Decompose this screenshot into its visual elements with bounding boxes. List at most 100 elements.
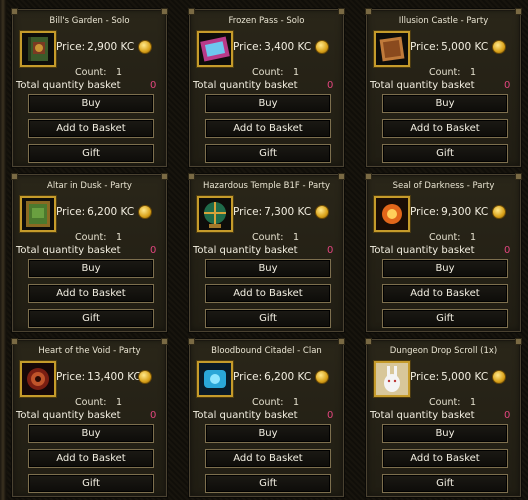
- item-title: Frozen Pass - Solo: [228, 16, 305, 26]
- count-value[interactable]: 1: [293, 67, 299, 78]
- item-title: Heart of the Void - Party: [38, 346, 141, 356]
- coin-icon: KC: [492, 370, 506, 384]
- add-to-basket-button[interactable]: Add to Basket: [382, 119, 508, 138]
- total-basket-label: Total quantity basket: [370, 410, 475, 421]
- parchment-icon[interactable]: [374, 31, 410, 67]
- shop-item-card-2: Frozen Pass - Solo Price:3,400 KC KC Cou…: [188, 8, 345, 168]
- count-value[interactable]: 1: [116, 232, 122, 243]
- gift-button[interactable]: Gift: [382, 309, 508, 328]
- count-value[interactable]: 1: [470, 67, 476, 78]
- coin-icon: KC: [138, 40, 152, 54]
- count-label: Count:: [429, 397, 461, 408]
- shop-item-card-3: Illusion Castle - Party Price:5,000 KC K…: [365, 8, 522, 168]
- count-label: Count:: [252, 232, 284, 243]
- buy-button[interactable]: Buy: [382, 259, 508, 278]
- item-title: Illusion Castle - Party: [398, 16, 489, 26]
- globe-icon[interactable]: [197, 196, 233, 232]
- price-text: Price: 5,000 KC: [410, 41, 489, 53]
- item-title: Bloodbound Citadel - Clan: [211, 346, 322, 356]
- buy-button[interactable]: Buy: [28, 94, 154, 113]
- add-to-basket-button[interactable]: Add to Basket: [382, 449, 508, 468]
- add-to-basket-button[interactable]: Add to Basket: [205, 119, 331, 138]
- coin-icon: KC: [315, 205, 329, 219]
- total-basket-value: 0: [150, 410, 157, 421]
- item-title: Altar in Dusk - Party: [47, 181, 132, 191]
- count-label: Count:: [429, 67, 461, 78]
- item-title: Seal of Darkness - Party: [392, 181, 495, 191]
- total-basket-label: Total quantity basket: [16, 245, 121, 256]
- buy-button[interactable]: Buy: [205, 259, 331, 278]
- price-value: 13,400 KC: [87, 371, 141, 383]
- gift-button[interactable]: Gift: [28, 309, 154, 328]
- total-basket-label: Total quantity basket: [193, 245, 298, 256]
- shop-item-card-6: Seal of Darkness - Party Price: 9,300 KC …: [365, 173, 522, 333]
- total-basket-value: 0: [327, 245, 334, 256]
- add-to-basket-button[interactable]: Add to Basket: [28, 119, 154, 138]
- count-value[interactable]: 1: [293, 232, 299, 243]
- rabbit-icon[interactable]: [374, 361, 410, 397]
- gift-button[interactable]: Gift: [28, 474, 154, 493]
- void-orb-icon[interactable]: [20, 361, 56, 397]
- total-basket-value: 0: [504, 80, 511, 91]
- blue-rune-icon[interactable]: [197, 361, 233, 397]
- price-text: Price: 3,400 KC: [233, 41, 312, 53]
- total-basket-value: 0: [327, 410, 334, 421]
- coin-icon: KC: [492, 205, 506, 219]
- total-basket-value: 0: [150, 245, 157, 256]
- count-value[interactable]: 1: [470, 397, 476, 408]
- count-label: Count:: [75, 397, 107, 408]
- crystal-scroll-icon[interactable]: [197, 31, 233, 67]
- total-basket-value: 0: [327, 80, 334, 91]
- price-text: Price: 6,200 KC: [56, 206, 135, 218]
- buy-button[interactable]: Buy: [28, 424, 154, 443]
- price-value: 6,200 KC: [87, 206, 135, 218]
- add-to-basket-button[interactable]: Add to Basket: [382, 284, 508, 303]
- count-label: Count:: [75, 232, 107, 243]
- total-basket-label: Total quantity basket: [370, 80, 475, 91]
- gift-button[interactable]: Gift: [382, 474, 508, 493]
- shop-item-card-7: Heart of the Void - Party Price: 13,400 K…: [11, 338, 168, 498]
- framed-map-icon[interactable]: [20, 196, 56, 232]
- add-to-basket-button[interactable]: Add to Basket: [205, 284, 331, 303]
- item-title: Dungeon Drop Scroll (1x): [389, 346, 498, 356]
- coin-icon: KC: [315, 370, 329, 384]
- add-to-basket-button[interactable]: Add to Basket: [28, 449, 154, 468]
- book-icon[interactable]: [20, 31, 56, 67]
- count-value[interactable]: 1: [470, 232, 476, 243]
- gift-button[interactable]: Gift: [205, 144, 331, 163]
- count-label: Count:: [252, 397, 284, 408]
- total-basket-value: 0: [504, 410, 511, 421]
- price-text: Price: 9,300 KC: [410, 206, 489, 218]
- coin-icon: KC: [492, 40, 506, 54]
- count-label: Count:: [252, 67, 284, 78]
- price-value: 5,000 KC: [441, 41, 489, 53]
- add-to-basket-button[interactable]: Add to Basket: [205, 449, 331, 468]
- buy-button[interactable]: Buy: [382, 424, 508, 443]
- gift-button[interactable]: Gift: [205, 309, 331, 328]
- count-value[interactable]: 1: [116, 67, 122, 78]
- shop-item-card-1: Bill's Garden - Solo Price:2,900 KC KC C…: [11, 8, 168, 168]
- gift-button[interactable]: Gift: [28, 144, 154, 163]
- coin-icon: KC: [315, 40, 329, 54]
- count-value[interactable]: 1: [116, 397, 122, 408]
- price-text: Price: 5,000 KC: [410, 371, 489, 383]
- buy-button[interactable]: Buy: [28, 259, 154, 278]
- fire-orb-icon[interactable]: [374, 196, 410, 232]
- add-to-basket-button[interactable]: Add to Basket: [28, 284, 154, 303]
- gift-button[interactable]: Gift: [382, 144, 508, 163]
- shop-item-card-4: Altar in Dusk - Party Price:6,200 KC KC …: [11, 173, 168, 333]
- total-basket-value: 0: [150, 80, 157, 91]
- coin-icon: KC: [138, 370, 152, 384]
- shop-item-card-8: Bloodbound Citadel - Clan Price: 6,200 KC…: [188, 338, 345, 498]
- buy-button[interactable]: Buy: [205, 94, 331, 113]
- gift-button[interactable]: Gift: [205, 474, 331, 493]
- coin-icon: KC: [138, 205, 152, 219]
- total-basket-label: Total quantity basket: [16, 80, 121, 91]
- count-value[interactable]: 1: [293, 397, 299, 408]
- price-value: 2,900 KC: [87, 41, 135, 53]
- shop-item-card-9: Dungeon Drop Scroll (1x) Price: 5,000 KC …: [365, 338, 522, 498]
- buy-button[interactable]: Buy: [205, 424, 331, 443]
- total-basket-label: Total quantity basket: [193, 410, 298, 421]
- total-basket-label: Total quantity basket: [370, 245, 475, 256]
- buy-button[interactable]: Buy: [382, 94, 508, 113]
